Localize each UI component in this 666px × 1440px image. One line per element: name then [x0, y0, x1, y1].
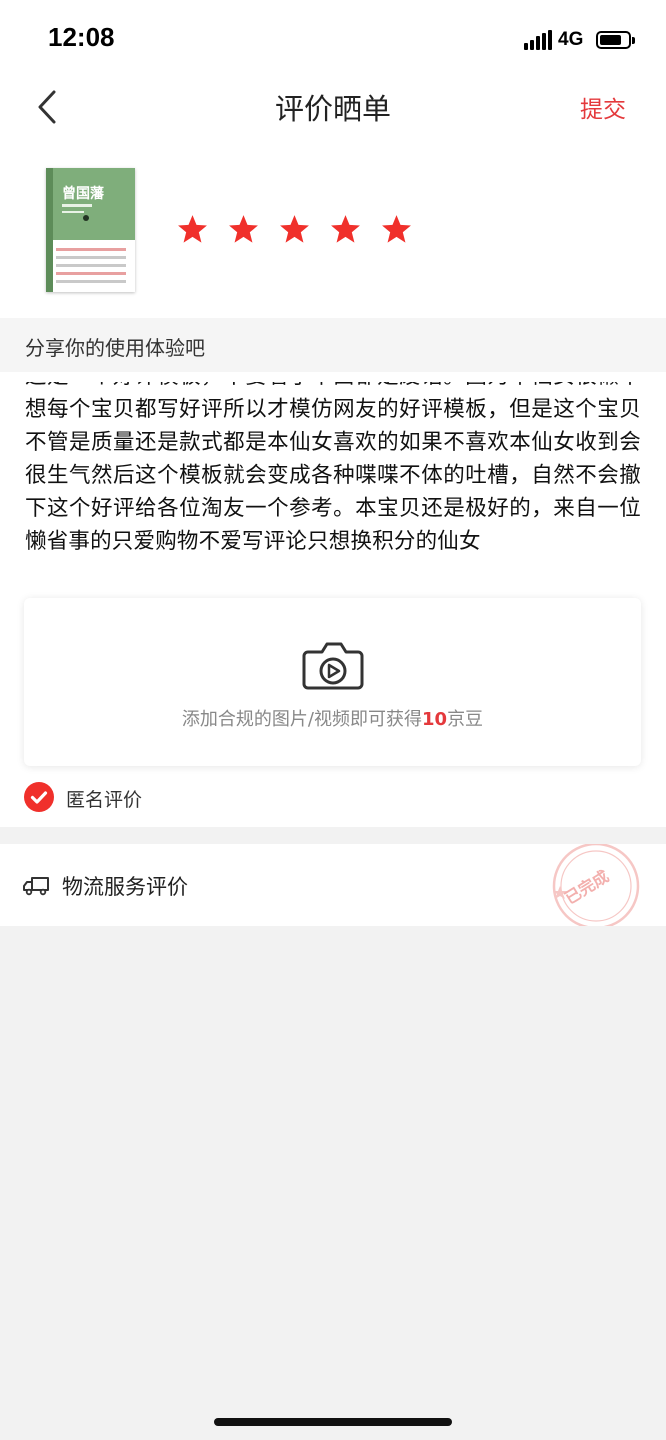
book-spine — [46, 168, 53, 292]
page-title: 评价晒单 — [274, 92, 391, 126]
add-media-button[interactable]: 添加合规的图片/视频即可获得10京豆 — [24, 598, 641, 766]
star-icon[interactable] — [278, 213, 311, 246]
nav-bar: 评价晒单 提交 — [0, 78, 666, 136]
submit-button[interactable]: 提交 — [580, 90, 626, 124]
star-rating[interactable] — [176, 213, 413, 246]
home-indicator[interactable] — [214, 1418, 452, 1426]
review-text: 这是一个好评模板，不要看了下面都是废话。因为本仙女很懒不想每个宝贝都写好评所以才… — [25, 382, 641, 554]
bean-reward-count: 10 — [422, 709, 448, 730]
camera-video-icon — [302, 642, 364, 690]
network-type: 4G — [558, 29, 584, 50]
add-media-hint: 添加合规的图片/视频即可获得10京豆 — [181, 709, 484, 730]
product-section: 曾国藩 — [0, 136, 666, 318]
book-cover-title: 曾国藩 — [62, 185, 105, 202]
share-prompt-bar: 分享你的使用体验吧 — [0, 318, 666, 372]
logistics-rating-row[interactable]: 物流服务评价 已完成 — [0, 844, 666, 926]
review-textarea[interactable]: 这是一个好评模板，不要看了下面都是废话。因为本仙女很懒不想每个宝贝都写好评所以才… — [25, 382, 641, 580]
checkmark-circle-icon[interactable] — [24, 782, 54, 812]
star-icon[interactable] — [176, 213, 209, 246]
star-icon[interactable] — [329, 213, 362, 246]
review-section: 这是一个好评模板，不要看了下面都是废话。因为本仙女很懒不想每个宝贝都写好评所以才… — [0, 372, 666, 827]
book-cover-text — [56, 248, 126, 288]
battery-icon — [596, 31, 635, 49]
product-image[interactable]: 曾国藩 — [46, 168, 135, 292]
completed-stamp: 已完成 — [548, 844, 644, 926]
book-cover-title-image: 曾国藩 — [62, 185, 105, 221]
star-icon[interactable] — [380, 213, 413, 246]
signal-icon — [524, 30, 552, 50]
star-icon[interactable] — [227, 213, 260, 246]
share-prompt: 分享你的使用体验吧 — [25, 336, 205, 360]
anonymous-label: 匿名评价 — [66, 789, 143, 811]
status-time: 12:08 — [48, 22, 115, 52]
logistics-label: 物流服务评价 — [62, 875, 188, 899]
truck-icon — [23, 877, 49, 896]
status-bar: 12:08 4G — [0, 0, 666, 78]
